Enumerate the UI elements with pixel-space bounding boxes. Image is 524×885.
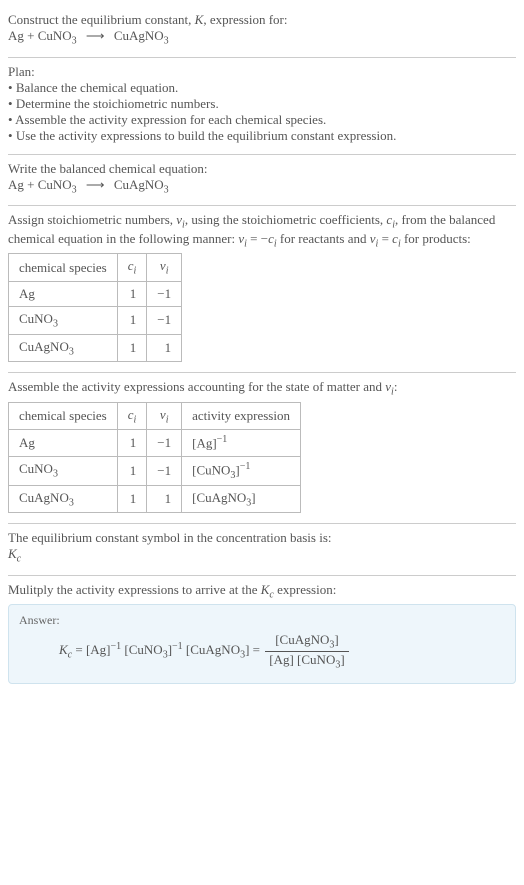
cell-species: CuNO3 — [9, 306, 118, 334]
cell-c: 1 — [117, 456, 147, 485]
plan-item: • Determine the stoichiometric numbers. — [8, 96, 516, 112]
balanced-equation-section: Write the balanced chemical equation: Ag… — [8, 157, 516, 204]
fraction: [CuAgNO3][Ag] [CuNO3] — [265, 632, 348, 670]
table-header-row: chemical species ci νi activity expressi… — [9, 402, 301, 430]
table-row: CuAgNO3 1 1 [CuAgNO3] — [9, 485, 301, 513]
cell-species: Ag — [9, 281, 118, 306]
divider — [8, 57, 516, 58]
plan-section: Plan: • Balance the chemical equation. •… — [8, 60, 516, 152]
cell-nu: −1 — [147, 456, 182, 485]
table-row: Ag 1 −1 — [9, 281, 182, 306]
problem-statement: Construct the equilibrium constant, K, e… — [8, 8, 516, 55]
cell-c: 1 — [117, 430, 147, 456]
reaction-arrow-icon: ⟶ — [80, 177, 111, 192]
stoich-section: Assign stoichiometric numbers, νi, using… — [8, 208, 516, 370]
plan-item: • Assemble the activity expression for e… — [8, 112, 516, 128]
answer-box: Answer: Kc = [Ag]−1 [CuNO3]−1 [CuAgNO3] … — [8, 604, 516, 683]
answer-label: Answer: — [19, 613, 505, 628]
activity-section: Assemble the activity expressions accoun… — [8, 375, 516, 521]
col-activity: activity expression — [182, 402, 301, 430]
divider — [8, 154, 516, 155]
kc-text: The equilibrium constant symbol in the c… — [8, 530, 516, 546]
activity-intro: Assemble the activity expressions accoun… — [8, 379, 516, 398]
divider — [8, 205, 516, 206]
divider — [8, 575, 516, 576]
col-ci: ci — [117, 402, 147, 430]
cell-nu: −1 — [147, 306, 182, 334]
cell-nu: −1 — [147, 430, 182, 456]
cell-activity: [CuAgNO3] — [182, 485, 301, 513]
prompt-text: Construct the equilibrium constant, — [8, 12, 195, 27]
multiply-section: Mulitply the activity expressions to arr… — [8, 578, 516, 692]
kc-symbol: Kc — [8, 546, 516, 565]
col-species: chemical species — [9, 254, 118, 282]
cell-species: CuAgNO3 — [9, 485, 118, 513]
stoich-table: chemical species ci νi Ag 1 −1 CuNO3 1 −… — [8, 253, 182, 362]
cell-species: Ag — [9, 430, 118, 456]
balanced-title: Write the balanced chemical equation: — [8, 161, 516, 177]
stoich-intro: Assign stoichiometric numbers, νi, using… — [8, 212, 516, 249]
table-row: Ag 1 −1 [Ag]−1 — [9, 430, 301, 456]
multiply-text: Mulitply the activity expressions to arr… — [8, 582, 516, 601]
divider — [8, 372, 516, 373]
cell-activity: [Ag]−1 — [182, 430, 301, 456]
activity-table: chemical species ci νi activity expressi… — [8, 402, 301, 513]
cell-nu: −1 — [147, 281, 182, 306]
table-row: CuAgNO3 1 1 — [9, 334, 182, 362]
cell-c: 1 — [117, 485, 147, 513]
cell-activity: [CuNO3]−1 — [182, 456, 301, 485]
plan-item: • Balance the chemical equation. — [8, 80, 516, 96]
col-species: chemical species — [9, 402, 118, 430]
cell-species: CuAgNO3 — [9, 334, 118, 362]
cell-c: 1 — [117, 281, 147, 306]
col-nui: νi — [147, 254, 182, 282]
fraction-numerator: [CuAgNO3] — [265, 632, 348, 652]
table-row: CuNO3 1 −1 — [9, 306, 182, 334]
col-ci: ci — [117, 254, 147, 282]
cell-c: 1 — [117, 306, 147, 334]
plan-title: Plan: — [8, 64, 516, 80]
prompt-text-2: , expression for: — [203, 12, 287, 27]
reaction-arrow-icon: ⟶ — [80, 28, 111, 43]
divider — [8, 523, 516, 524]
cell-nu: 1 — [147, 334, 182, 362]
cell-species: CuNO3 — [9, 456, 118, 485]
table-header-row: chemical species ci νi — [9, 254, 182, 282]
kc-symbol-section: The equilibrium constant symbol in the c… — [8, 526, 516, 573]
cell-nu: 1 — [147, 485, 182, 513]
balanced-rhs: CuAgNO3 — [114, 177, 169, 192]
balanced-lhs: Ag + CuNO3 — [8, 177, 77, 192]
fraction-denominator: [Ag] [CuNO3] — [265, 652, 348, 671]
col-nui: νi — [147, 402, 182, 430]
cell-c: 1 — [117, 334, 147, 362]
answer-expression: Kc = [Ag]−1 [CuNO3]−1 [CuAgNO3] = [CuAgN… — [19, 632, 505, 670]
plan-item: • Use the activity expressions to build … — [8, 128, 516, 144]
table-row: CuNO3 1 −1 [CuNO3]−1 — [9, 456, 301, 485]
equation-lhs: Ag + CuNO3 — [8, 28, 77, 43]
equation-rhs: CuAgNO3 — [114, 28, 169, 43]
